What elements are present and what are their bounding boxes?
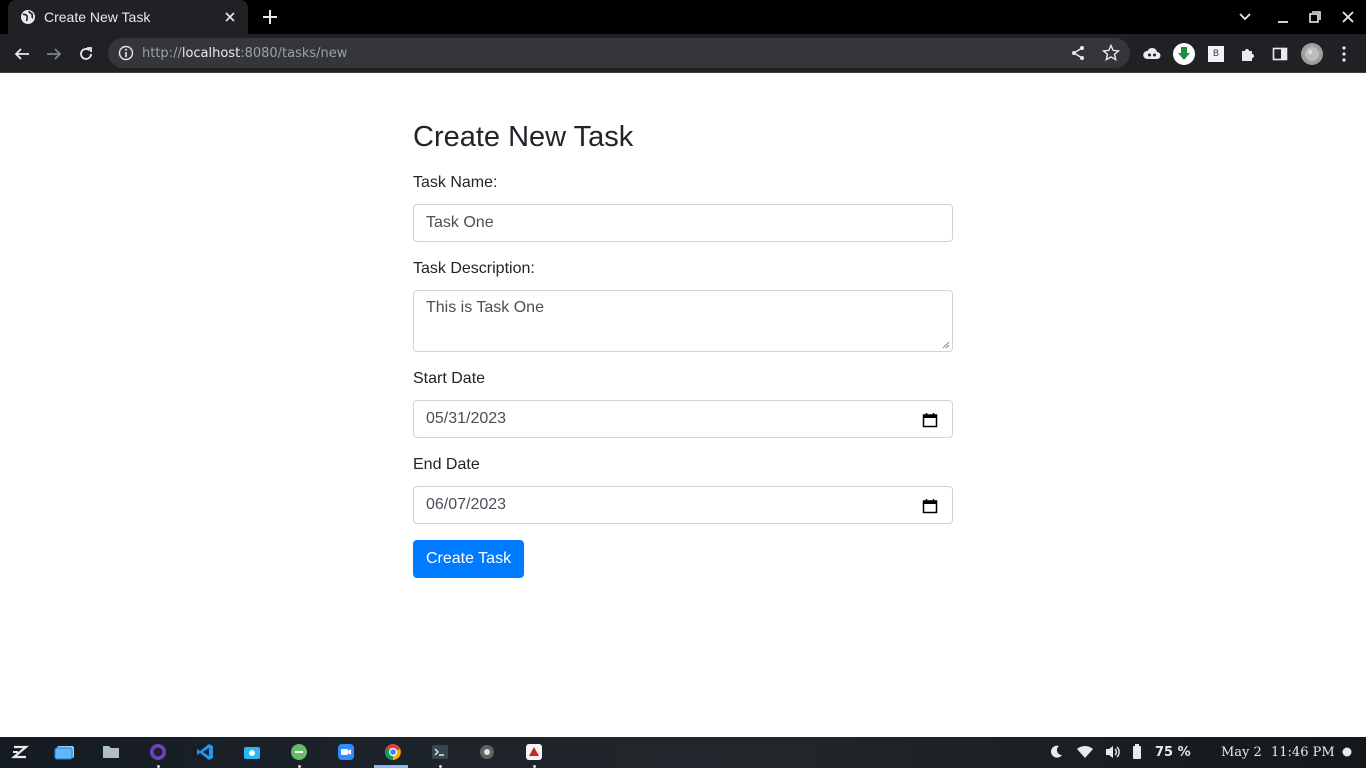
page-title: Create New Task	[413, 121, 634, 153]
clock-date[interactable]: May 2	[1221, 745, 1262, 760]
browser-toolbar: http://localhost:8080/tasks/new B	[0, 34, 1366, 73]
bookmark-star-icon[interactable]	[1101, 43, 1121, 67]
task-name-label: Task Name:	[413, 174, 498, 191]
calendar-icon[interactable]	[922, 498, 938, 514]
os-taskbar: 75 % May 2 11:46 PM	[0, 737, 1366, 768]
game-app-icon[interactable]	[523, 741, 545, 763]
volume-icon[interactable]	[1102, 741, 1124, 763]
back-icon[interactable]	[8, 40, 36, 68]
more-menu-icon[interactable]	[1330, 40, 1358, 68]
start-date-label: Start Date	[413, 370, 486, 387]
close-tab-icon[interactable]	[218, 5, 242, 29]
share-icon[interactable]	[1070, 45, 1086, 66]
minimize-icon[interactable]	[1271, 5, 1295, 29]
reload-icon[interactable]	[72, 40, 100, 68]
download-extension-icon[interactable]	[1170, 40, 1198, 68]
github-icon[interactable]	[147, 741, 169, 763]
start-date-value: 05/31/2023	[426, 410, 507, 427]
tab-title: Create New Task	[44, 9, 151, 25]
start-date-input[interactable]: 05/31/2023	[413, 400, 953, 438]
task-name-input[interactable]: Task One	[413, 204, 953, 242]
wifi-icon[interactable]	[1074, 741, 1096, 763]
zoom-icon[interactable]	[335, 741, 357, 763]
terminal-icon[interactable]	[429, 741, 451, 763]
store-icon[interactable]	[241, 741, 263, 763]
task-description-label: Task Description:	[413, 260, 535, 277]
green-app-icon[interactable]	[288, 741, 310, 763]
night-mode-icon[interactable]	[1045, 741, 1067, 763]
profile-avatar[interactable]	[1298, 40, 1326, 68]
clock-time[interactable]: 11:46 PM	[1271, 745, 1335, 760]
notification-dot-icon[interactable]	[1336, 741, 1358, 763]
new-tab-button[interactable]	[258, 5, 282, 29]
b-extension-icon[interactable]: B	[1202, 40, 1230, 68]
create-task-button[interactable]: Create Task	[413, 540, 525, 578]
files-icon[interactable]	[100, 741, 122, 763]
launcher-icon[interactable]	[9, 741, 31, 763]
browser-tab[interactable]: Create New Task	[8, 0, 248, 34]
url-text: http://localhost:8080/tasks/new	[142, 46, 348, 61]
end-date-value: 06/07/2023	[426, 496, 507, 513]
end-date-input[interactable]: 06/07/2023	[413, 486, 953, 524]
end-date-label: End Date	[413, 456, 480, 473]
cloud-extension-icon[interactable]	[1138, 40, 1166, 68]
extensions-puzzle-icon[interactable]	[1234, 40, 1262, 68]
battery-icon[interactable]	[1130, 741, 1144, 763]
site-info-icon[interactable]	[118, 45, 134, 61]
close-window-icon[interactable]	[1336, 5, 1360, 29]
resize-grip-icon[interactable]	[942, 341, 950, 349]
globe-icon	[20, 9, 36, 25]
browser-tab-strip: Create New Task	[0, 0, 1366, 34]
tab-search-icon[interactable]	[1233, 5, 1257, 29]
calendar-icon[interactable]	[922, 412, 938, 428]
vscode-icon[interactable]	[194, 741, 216, 763]
task-description-value: This is Task One	[426, 299, 544, 316]
side-panel-icon[interactable]	[1266, 40, 1294, 68]
settings-gear-icon[interactable]	[476, 741, 498, 763]
page-viewport: Create New Task Task Name: Task One Task…	[0, 74, 1366, 737]
chrome-icon[interactable]	[382, 741, 404, 763]
workspaces-icon[interactable]	[53, 741, 77, 763]
restore-icon[interactable]	[1303, 5, 1327, 29]
address-bar[interactable]: http://localhost:8080/tasks/new	[108, 38, 1130, 68]
task-description-textarea[interactable]: This is Task One	[413, 290, 953, 352]
battery-percent: 75 %	[1155, 745, 1191, 760]
task-name-value: Task One	[426, 214, 494, 231]
forward-icon[interactable]	[40, 40, 68, 68]
